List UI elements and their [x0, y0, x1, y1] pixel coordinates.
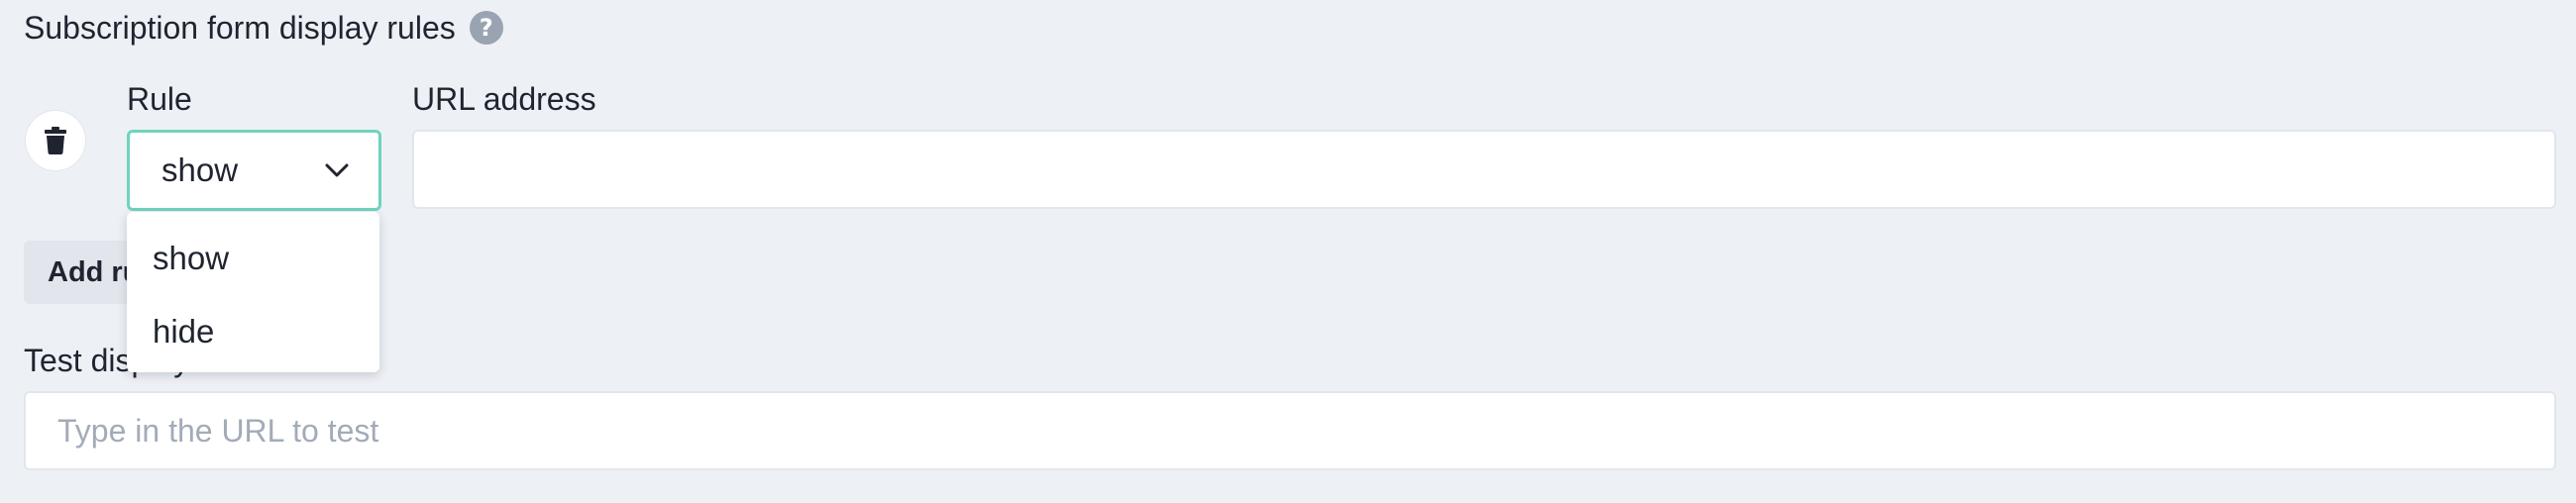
- url-address-input[interactable]: [412, 130, 2556, 209]
- rule-label: Rule: [127, 81, 192, 117]
- trash-icon: [45, 127, 66, 154]
- rule-dropdown-menu: show hide: [127, 212, 379, 372]
- delete-rule-button[interactable]: [25, 110, 86, 171]
- question-icon[interactable]: ?: [469, 11, 503, 45]
- section-header: Subscription form display rules ?: [24, 8, 503, 48]
- chevron-down-icon: [325, 163, 349, 177]
- test-url-input[interactable]: [24, 391, 2556, 470]
- dropdown-option-hide[interactable]: hide: [127, 295, 379, 368]
- dropdown-option-show[interactable]: show: [127, 222, 379, 295]
- section-title: Subscription form display rules: [24, 10, 456, 46]
- url-address-label: URL address: [412, 81, 596, 117]
- rule-select[interactable]: show: [127, 130, 381, 211]
- rule-select-value: show: [161, 151, 239, 188]
